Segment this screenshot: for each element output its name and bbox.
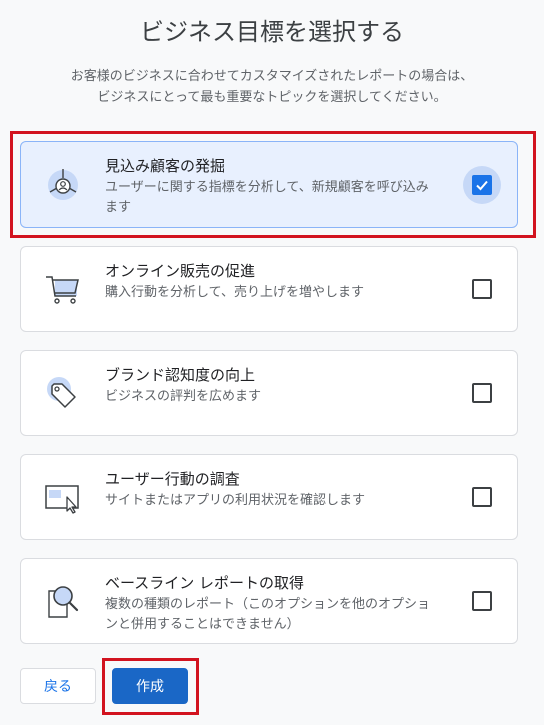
option-card-lead-generation[interactable]: 見込み顧客の発掘 ユーザーに関する指標を分析して、新規顧客を呼び込み ます bbox=[20, 141, 518, 228]
option-checkbox-wrap[interactable] bbox=[463, 582, 501, 620]
description-line-1: お客様のビジネスに合わせてカスタマイズされたレポートの場合は、 bbox=[70, 69, 474, 84]
checkbox-unchecked[interactable] bbox=[472, 279, 492, 299]
page-description: お客様のビジネスに合わせてカスタマイズされたレポートの場合は、 ビジネスにとって… bbox=[20, 66, 524, 108]
option-checkbox-wrap[interactable] bbox=[463, 270, 501, 308]
option-title: オンライン販売の促進 bbox=[105, 262, 256, 280]
option-description: ビジネスの評判を広めます bbox=[105, 389, 262, 404]
option-card-online-sales[interactable]: オンライン販売の促進 購入行動を分析して、売り上げを増やします bbox=[20, 246, 518, 332]
option-card-baseline-report[interactable]: ベースライン レポートの取得 複数の種類のレポート（このオプションを他のオプショ… bbox=[20, 558, 518, 644]
back-button[interactable]: 戻る bbox=[20, 668, 96, 704]
magnifier-report-icon bbox=[43, 581, 83, 621]
description-line-2: ビジネスにとって最も重要なトピックを選択してください。 bbox=[97, 90, 447, 105]
check-icon bbox=[476, 180, 488, 190]
option-description-line-2: ンと併用することはできません） bbox=[105, 617, 300, 632]
option-description: 購入行動を分析して、売り上げを増やします bbox=[105, 285, 364, 300]
option-description: ユーザーに関する指標を分析して、新規顧客を呼び込み ます bbox=[105, 178, 457, 218]
option-title: ブランド認知度の向上 bbox=[105, 366, 256, 384]
create-button[interactable]: 作成 bbox=[112, 668, 188, 704]
option-title: 見込み顧客の発掘 bbox=[105, 157, 226, 175]
checkbox-unchecked[interactable] bbox=[472, 487, 492, 507]
option-checkbox-wrap[interactable] bbox=[463, 374, 501, 412]
option-description: サイトまたはアプリの利用状況を確認します bbox=[105, 493, 366, 508]
option-card-user-behavior[interactable]: ユーザー行動の調査 サイトまたはアプリの利用状況を確認します bbox=[20, 454, 518, 540]
option-description-line-2: ます bbox=[105, 200, 132, 215]
option-card-brand-awareness[interactable]: ブランド認知度の向上 ビジネスの評判を広めます bbox=[20, 350, 518, 436]
shopping-cart-icon bbox=[43, 269, 83, 309]
checkbox-unchecked[interactable] bbox=[472, 591, 492, 611]
lead-generation-icon bbox=[43, 165, 83, 205]
option-checkbox-wrap[interactable] bbox=[463, 478, 501, 516]
browser-cursor-icon bbox=[43, 477, 83, 517]
option-description: 複数の種類のレポート（このオプションを他のオプショ ンと併用することはできません… bbox=[105, 595, 457, 635]
option-title: ベースライン レポートの取得 bbox=[105, 574, 305, 592]
checkbox-unchecked[interactable] bbox=[472, 383, 492, 403]
checkbox-checked[interactable] bbox=[472, 174, 492, 195]
option-description-line-1: 複数の種類のレポート（このオプションを他のオプショ bbox=[105, 597, 431, 612]
option-checkbox-wrap[interactable] bbox=[463, 165, 501, 204]
option-title: ユーザー行動の調査 bbox=[105, 470, 240, 488]
option-description-line-1: ユーザーに関する指標を分析して、新規顧客を呼び込み bbox=[105, 180, 429, 195]
page-title: ビジネス目標を選択する bbox=[140, 18, 404, 46]
tag-icon bbox=[43, 373, 83, 413]
